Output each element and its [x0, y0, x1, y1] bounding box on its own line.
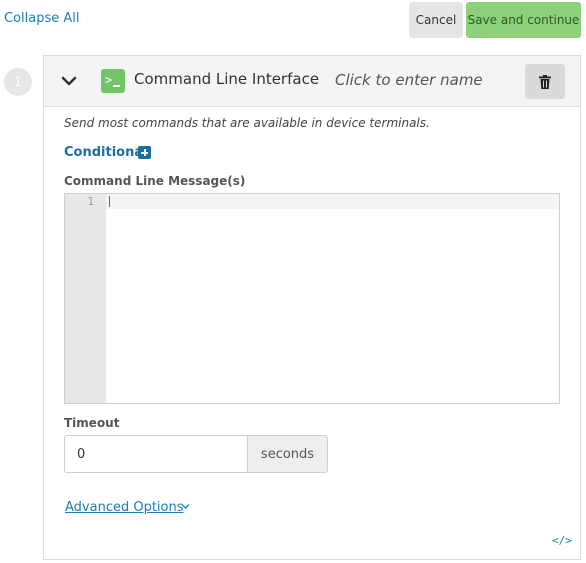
advanced-options-link[interactable]: Advanced Options	[65, 500, 184, 515]
save-and-continue-button[interactable]: Save and continue	[466, 2, 581, 38]
timeout-label: Timeout	[64, 416, 120, 430]
collapse-all-link[interactable]: Collapse All	[4, 11, 80, 26]
trash-icon	[539, 74, 551, 89]
step-name-input[interactable]: Click to enter name	[335, 71, 483, 89]
step-number-badge: 1	[4, 68, 32, 96]
command-message-label: Command Line Message(s)	[64, 174, 246, 188]
delete-step-button[interactable]	[525, 64, 565, 99]
line-number: 1	[87, 195, 94, 208]
chevron-down-icon[interactable]	[60, 72, 78, 90]
editor-gutter: 1	[65, 194, 106, 403]
cancel-button[interactable]: Cancel	[409, 2, 463, 38]
editor-caret	[109, 196, 110, 207]
timeout-unit-addon: seconds	[247, 435, 328, 473]
chevron-down-icon[interactable]	[181, 502, 190, 511]
editor-active-line	[106, 194, 559, 209]
terminal-icon: >	[101, 69, 125, 93]
step-description: Send most commands that are available in…	[64, 116, 430, 130]
command-message-editor[interactable]: 1	[64, 193, 560, 404]
plus-square-icon[interactable]	[138, 146, 151, 159]
step-card-header: > Command Line Interface Click to enter …	[44, 56, 580, 107]
step-card: > Command Line Interface Click to enter …	[43, 55, 581, 560]
step-title: Command Line Interface	[134, 70, 320, 88]
code-icon[interactable]: </>	[552, 534, 572, 547]
timeout-input[interactable]	[64, 435, 248, 473]
conditional-link[interactable]: Conditional	[64, 145, 148, 160]
